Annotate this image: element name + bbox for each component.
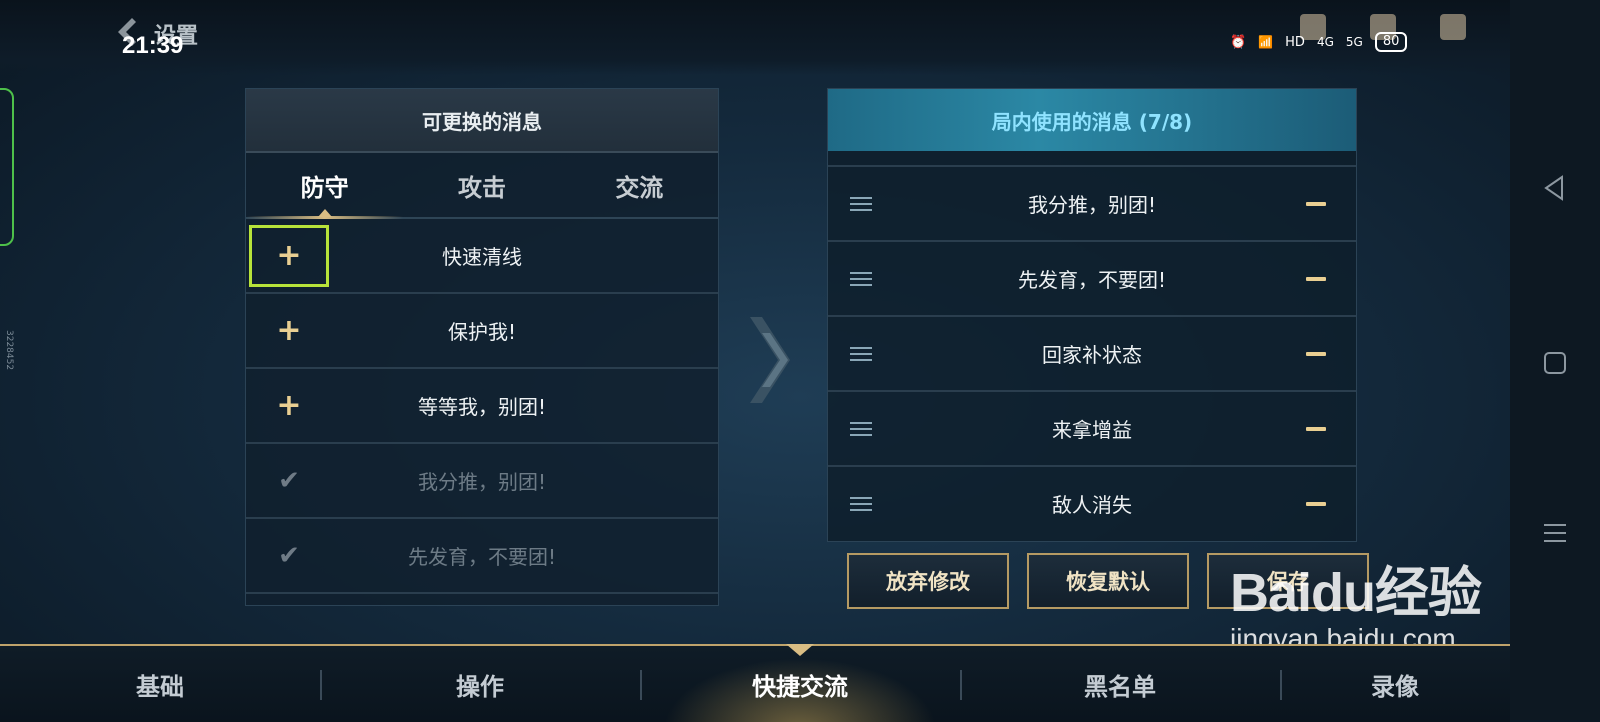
list-item[interactable]: 回家补状态 [828,315,1356,390]
list-item[interactable]: 敌人消失 [828,465,1356,540]
list-item[interactable]: 先发育，不要团! [828,240,1356,315]
side-id: 3228452 [4,330,14,371]
list-item-label: 回家补状态 [1042,343,1142,367]
hd-icon: HD [1285,34,1305,50]
wifi-icon: 📶 [1258,35,1274,49]
tab-blacklist[interactable]: 黑名单 [960,646,1280,722]
signal-4g-icon: 4G [1316,35,1334,49]
top-bar: 设置 21:39 ⏰ 📶 HD 4G 5G 80 [0,0,1510,75]
list-item[interactable]: 我分推，别团! [828,165,1356,240]
remove-button[interactable] [1306,352,1326,356]
replaceable-messages-panel: 可更换的消息 防守 攻击 交流 + 快速清线 + 保护我! + 等等我，别团! … [245,88,719,606]
added-indicator: ✔ [249,525,329,587]
tab-basic[interactable]: 基础 [0,646,320,722]
add-button[interactable]: + [249,375,329,437]
tab-operation[interactable]: 操作 [320,646,640,722]
check-icon: ✔ [278,540,300,571]
list-item: ✔ 先发育，不要团! [246,519,718,594]
tab-replay[interactable]: 录像 [1280,646,1510,722]
list-item: ✔ 我分推，别团! [246,444,718,519]
tab-defense[interactable]: 防守 [246,153,404,219]
nav-menu-icon[interactable] [1540,518,1570,548]
added-indicator: ✔ [249,450,329,512]
nav-home-icon[interactable] [1540,348,1570,378]
check-icon: ✔ [278,465,300,496]
friends-icon[interactable] [1440,14,1466,40]
status-icons: ⏰ 📶 HD 4G 5G 80 [1230,32,1408,52]
status-clock: 21:39 [122,32,184,59]
list-item-label: 先发育，不要团! [1017,268,1167,292]
category-tabs: 防守 攻击 交流 [246,153,718,219]
watermark: Baidu经验 jingyan.baidu.com [1230,548,1482,655]
panel-title: 局内使用的消息 (7/8) [828,89,1356,151]
caret-up-icon [317,209,332,217]
battery-icon: 80 [1374,32,1408,52]
in-game-messages-panel: 局内使用的消息 (7/8) 我分推，别团! 先发育，不要团! 回家补状态 来拿增… [827,88,1357,542]
tab-attack[interactable]: 攻击 [403,153,560,217]
remove-button[interactable] [1306,202,1326,206]
panel-title: 可更换的消息 [246,89,718,153]
alarm-icon: ⏰ [1230,34,1247,50]
message-list: 我分推，别团! 先发育，不要团! 回家补状态 来拿增益 敌人消失 [828,165,1356,540]
list-item-label: 来拿增益 [1052,418,1132,442]
tab-chat[interactable]: 交流 [561,153,718,217]
add-button[interactable]: + [249,224,329,287]
plus-icon: + [276,387,302,423]
caret-down-icon [786,644,814,656]
watermark-logo: Baidu经验 [1230,563,1482,623]
signal-5g-icon: 5G [1345,35,1363,49]
plus-icon: + [276,237,302,273]
list-item-label: 敌人消失 [1052,493,1132,517]
add-button[interactable]: + [249,300,329,362]
bottom-tab-bar: 基础 操作 快捷交流 黑名单 录像 [0,644,1510,722]
remove-button[interactable] [1306,277,1326,281]
list-item[interactable]: 来拿增益 [828,390,1356,465]
remove-button[interactable] [1306,502,1326,506]
tab-quick-chat[interactable]: 快捷交流 [640,644,960,722]
floating-handle[interactable] [0,88,14,246]
system-nav-bar [1510,0,1600,720]
discard-changes-button[interactable]: 放弃修改 [847,553,1009,609]
list-item: + 快速清线 [246,219,718,294]
restore-default-button[interactable]: 恢复默认 [1027,553,1189,609]
list-item-label: 我分推，别团! [1027,193,1157,217]
transfer-arrow-icon [750,317,790,403]
plus-icon: + [276,312,302,348]
list-item: + 保护我! [246,294,718,369]
remove-button[interactable] [1306,427,1326,431]
nav-back-icon[interactable] [1540,173,1570,203]
list-item: + 等等我，别团! [246,369,718,444]
